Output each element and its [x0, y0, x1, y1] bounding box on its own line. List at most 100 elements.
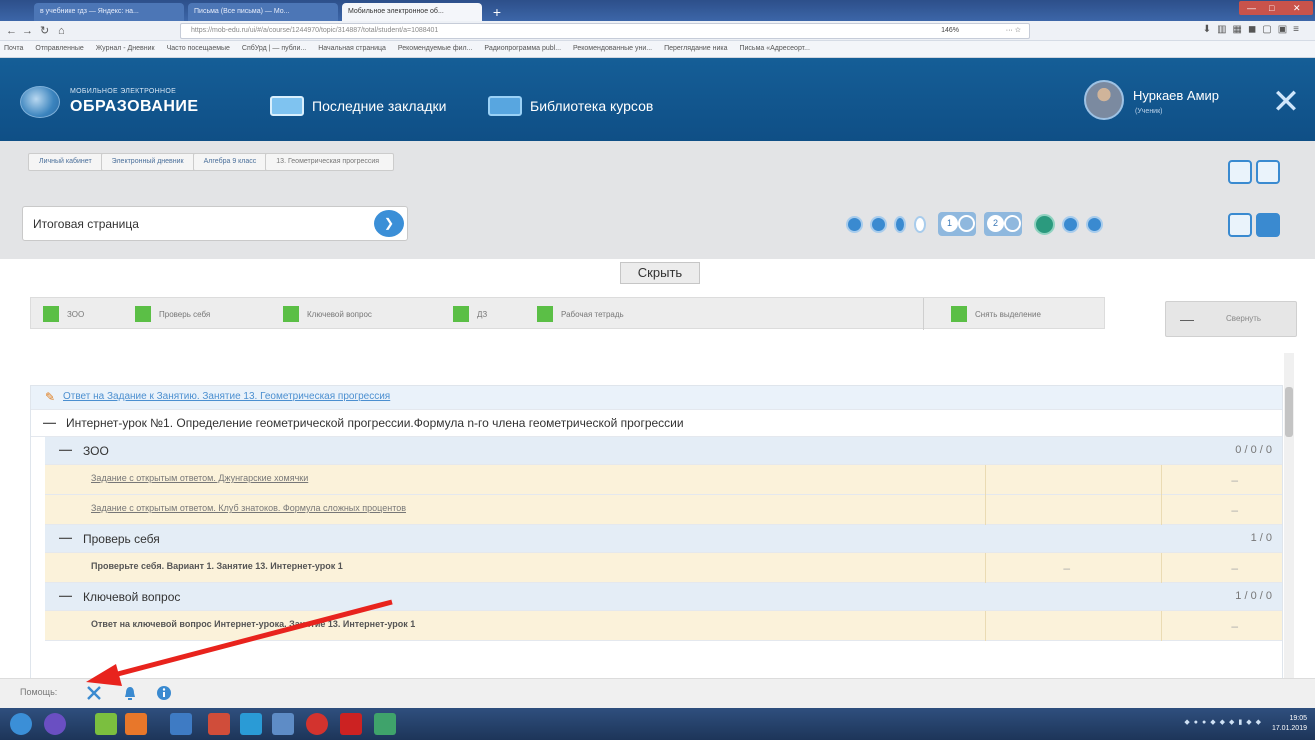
filter-workbook[interactable]: Рабочая тетрадь [537, 306, 624, 322]
maximize-icon[interactable]: □ [1269, 1, 1274, 15]
logo-icon[interactable] [20, 86, 60, 118]
bookmark-item[interactable]: Переглядание ника [664, 45, 727, 52]
document-icon[interactable] [1228, 160, 1252, 184]
pager-dot[interactable] [1062, 216, 1079, 233]
pager-dot[interactable] [870, 216, 887, 233]
pager-dot[interactable] [1086, 216, 1103, 233]
bookmark-item[interactable]: Почта [4, 45, 23, 52]
filter-label: ДЗ [477, 309, 488, 319]
bookmark-item[interactable]: Письма «Адресеорт... [739, 45, 809, 52]
back-icon[interactable]: ← [6, 23, 17, 39]
scrollbar-thumb[interactable] [1285, 387, 1293, 437]
pager-dot[interactable] [846, 216, 863, 233]
breadcrumb-item[interactable]: 13. Геометрическая прогрессия [265, 153, 395, 171]
windows-taskbar: ◆●●◆◆◆▮◆◆ 19:05 17.01.2019 [0, 708, 1315, 740]
task-title[interactable]: Проверьте себя. Вариант 1. Занятие 13. И… [91, 561, 343, 571]
reload-icon[interactable]: ↻ [40, 23, 49, 39]
pager-group-2[interactable]: 2 [984, 212, 1022, 236]
system-tray[interactable]: ◆●●◆◆◆▮◆◆ [1184, 718, 1265, 726]
bookmark-star-icon[interactable]: ··· ☆ [1006, 24, 1021, 38]
tools-icon[interactable] [86, 685, 102, 701]
new-tab-button[interactable]: + [486, 4, 508, 20]
task-link[interactable]: Задание с открытым ответом. Джунгарские … [91, 473, 308, 483]
bookmark-item[interactable]: Отправленные [35, 45, 83, 52]
hide-button[interactable]: Скрыть [620, 262, 700, 284]
recent-bookmarks-link[interactable]: Последние закладки [270, 96, 446, 116]
bookmark-item[interactable]: Рекомендуемые фил... [398, 45, 473, 52]
app-icon[interactable] [272, 713, 294, 735]
chat-icon[interactable] [1256, 213, 1280, 237]
calendar-icon[interactable] [1256, 160, 1280, 184]
firefox-icon[interactable] [125, 713, 147, 735]
collapse-button[interactable]: — Свернуть [1165, 301, 1297, 337]
app-icon[interactable] [95, 713, 117, 735]
course-library-link[interactable]: Библиотека курсов [488, 96, 653, 116]
clock-date: 17.01.2019 [1271, 725, 1307, 732]
column-divider [985, 495, 986, 525]
app-icon[interactable] [208, 713, 230, 735]
bookmark-item[interactable]: Рекомендованные уни... [573, 45, 652, 52]
pdf-icon[interactable] [340, 713, 362, 735]
browser-tab-1[interactable]: в учебнике гдз — Яндекс: на... [34, 3, 184, 21]
clear-highlight-button[interactable]: Снять выделение [951, 306, 1041, 322]
app-icon[interactable] [240, 713, 262, 735]
page-select[interactable]: Итоговая страница ❯ [22, 206, 408, 241]
app-icon[interactable] [170, 713, 192, 735]
forward-icon[interactable]: → [22, 23, 33, 39]
url-bar[interactable]: https://mob-edu.ru/ui/#/a/course/1244970… [180, 23, 1030, 39]
page-select-value: Итоговая страница [33, 217, 139, 231]
bell-icon[interactable] [122, 685, 138, 701]
checkbox-icon [43, 306, 59, 322]
filter-check-yourself[interactable]: Проверь себя [135, 306, 210, 322]
browser-tab-2[interactable]: Письма (Все письма) — Мо... [188, 3, 338, 21]
bookmark-item[interactable]: СпбУрд | — публи... [242, 45, 306, 52]
scrollbar[interactable] [1284, 353, 1294, 707]
filter-zoo[interactable]: ЗОО [43, 306, 84, 322]
app-icon[interactable] [374, 713, 396, 735]
breadcrumb-item[interactable]: Алгебра 9 класс [192, 153, 272, 171]
minimize-icon[interactable]: — [1247, 1, 1256, 15]
filter-key-question[interactable]: Ключевой вопрос [283, 306, 372, 322]
globe-icon[interactable] [1034, 214, 1055, 235]
group-row[interactable]: — Проверь себя 1 / 0 [45, 525, 1282, 553]
close-window-icon[interactable]: ✕ [1293, 1, 1301, 15]
group-row[interactable]: — Ключевой вопрос 1 / 0 / 0 [45, 583, 1282, 611]
collapse-toggle-icon[interactable]: — [43, 415, 56, 430]
pencil-icon[interactable] [914, 216, 926, 233]
clock[interactable]: 19:05 17.01.2019 [1272, 714, 1307, 734]
info-icon[interactable] [156, 685, 172, 701]
answer-link[interactable]: Ответ на Задание к Занятию. Занятие 13. … [63, 391, 390, 402]
zoom-level[interactable]: 146% [941, 24, 959, 38]
breadcrumb-item[interactable]: Личный кабинет [28, 153, 107, 171]
collapse-toggle-icon[interactable]: — [59, 530, 72, 545]
collapse-toggle-icon[interactable]: — [59, 442, 72, 457]
home-icon[interactable]: ⌂ [58, 23, 65, 39]
task-row: Задание с открытым ответом. Джунгарские … [45, 465, 1282, 495]
filter-homework[interactable]: ДЗ [453, 306, 487, 322]
task-title[interactable]: Ответ на ключевой вопрос Интернет-урока.… [91, 619, 415, 629]
start-icon[interactable] [10, 713, 32, 735]
app-icon[interactable] [44, 713, 66, 735]
bookmark-item[interactable]: Радиопрограмма publ... [484, 45, 561, 52]
browser-tab-3[interactable]: Мобильное электронное об... [342, 3, 482, 21]
close-icon[interactable]: ✕ [1262, 78, 1310, 126]
play-icon[interactable] [894, 216, 906, 233]
chevron-down-icon[interactable]: ❯ [374, 210, 404, 237]
browser-toolbar-icons[interactable]: ⬇▥▦◼▢▣≡ [1203, 24, 1305, 35]
table-icon[interactable] [1228, 213, 1252, 237]
breadcrumb-item[interactable]: Электронный дневник [100, 153, 199, 171]
bookmark-item[interactable]: Часто посещаемые [167, 45, 230, 52]
bookmarks-bar: Почта Отправленные Журнал - Дневник Част… [0, 41, 1315, 58]
group-row[interactable]: — ЗОО 0 / 0 / 0 [45, 437, 1282, 465]
bookmark-item[interactable]: Журнал - Дневник [96, 45, 155, 52]
video-library-icon [488, 96, 522, 116]
user-name[interactable]: Нуркаев Амир [1133, 88, 1219, 103]
pager-group-1[interactable]: 1 [938, 212, 976, 236]
logo-title[interactable]: ОБРАЗОВАНИЕ [70, 98, 199, 116]
task-link[interactable]: Задание с открытым ответом. Клуб знатоко… [91, 503, 406, 513]
lesson-row[interactable]: — Интернет-урок №1. Определение геометри… [31, 410, 1282, 437]
yandex-icon[interactable] [306, 713, 328, 735]
avatar[interactable] [1084, 80, 1124, 120]
bookmark-item[interactable]: Начальная страница [318, 45, 386, 52]
collapse-toggle-icon[interactable]: — [59, 588, 72, 603]
